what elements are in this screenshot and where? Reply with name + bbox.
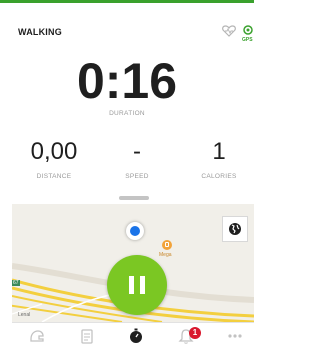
more-icon[interactable] bbox=[226, 327, 244, 345]
heart-rate-icon[interactable] bbox=[222, 25, 236, 37]
duration-label: DURATION bbox=[109, 110, 145, 117]
stats-row: 0,00 DISTANCE - SPEED 1 CALORIES bbox=[0, 140, 254, 185]
speed-value: - bbox=[133, 138, 141, 165]
activity-type-label[interactable]: WALKING bbox=[18, 27, 62, 37]
place-label: Lenal bbox=[18, 312, 31, 318]
bottom-nav bbox=[12, 322, 254, 348]
map-layers-button[interactable] bbox=[222, 216, 248, 242]
distance-value: 0,00 bbox=[30, 138, 78, 165]
notification-badge: 1 bbox=[189, 327, 201, 339]
distance-label: DISTANCE bbox=[36, 173, 72, 180]
calories-label: CALORIES bbox=[201, 173, 237, 180]
stopwatch-icon[interactable] bbox=[127, 327, 145, 345]
gps-status-label: GPS bbox=[242, 37, 253, 43]
globe-icon bbox=[229, 223, 241, 235]
current-location-dot bbox=[126, 222, 144, 240]
speed-stat[interactable]: - SPEED bbox=[95, 138, 179, 181]
distance-stat[interactable]: 0,00 DISTANCE bbox=[12, 138, 96, 181]
pause-icon bbox=[129, 276, 134, 294]
road-badge: 67 bbox=[12, 280, 20, 286]
calories-value: 1 bbox=[212, 138, 226, 165]
calories-stat[interactable]: 1 CALORIES bbox=[177, 138, 261, 181]
poi-marker-icon[interactable] bbox=[162, 240, 172, 250]
poi-label: Mega bbox=[159, 252, 172, 258]
drag-handle[interactable] bbox=[119, 196, 149, 200]
pause-icon-bar bbox=[140, 276, 145, 294]
duration-value: 0:16 bbox=[76, 53, 178, 109]
speed-label: SPEED bbox=[125, 173, 149, 180]
header: WALKING GPS bbox=[0, 3, 254, 47]
workout-icon[interactable] bbox=[28, 327, 46, 345]
training-plans-icon[interactable] bbox=[78, 327, 96, 345]
pause-button[interactable] bbox=[107, 255, 167, 315]
